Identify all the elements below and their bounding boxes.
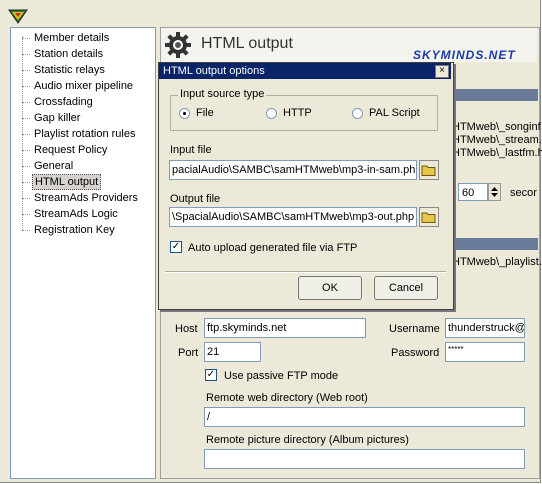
output-file-browse-button[interactable] <box>419 207 439 227</box>
template-path-1: HTMweb\_songinf <box>452 121 541 133</box>
tree-item-label: Crossfading <box>34 96 93 108</box>
interval-value[interactable]: 60 <box>458 183 488 201</box>
username-input[interactable]: thunderstruck@ <box>445 318 525 338</box>
ok-button[interactable]: OK <box>298 276 362 300</box>
auto-upload-label: Auto upload generated file via FTP <box>188 242 358 254</box>
passive-ftp-label: Use passive FTP mode <box>224 370 339 382</box>
port-label: Port <box>178 347 199 359</box>
stepper-buttons[interactable] <box>488 183 501 201</box>
source-type-legend: Input source type <box>178 88 267 100</box>
list-header-2 <box>452 238 538 250</box>
tree-item-label: General <box>34 160 74 172</box>
tree-item-label: Registration Key <box>34 224 115 236</box>
pictures-input[interactable] <box>204 449 525 469</box>
tree-item-label: Statistic relays <box>34 64 105 76</box>
input-file-label: Input file <box>170 144 212 156</box>
tree-connector <box>22 118 30 119</box>
tree-item-label: Request Policy <box>34 144 108 156</box>
webroot-label: Remote web directory (Web root) <box>206 392 368 404</box>
webroot-input[interactable]: / <box>204 407 525 427</box>
playlist-path: HTMweb\_playlist. <box>452 256 542 268</box>
tree-connector <box>22 86 30 87</box>
interval-unit: secor <box>510 187 537 199</box>
input-file-browse-button[interactable] <box>419 160 439 180</box>
cancel-button[interactable]: Cancel <box>374 276 438 300</box>
username-label: Username <box>389 323 440 335</box>
tree-connector <box>22 166 30 167</box>
template-path-2: HTMweb\_stream. <box>452 134 542 146</box>
source-file-label: File <box>196 107 214 119</box>
folder-icon <box>421 165 436 176</box>
tree-connector <box>22 150 30 151</box>
tree-item-label: StreamAds Providers <box>34 192 138 204</box>
input-file-field[interactable]: pacialAudio\SAMBC\samHTMweb\mp3-in-sam.p… <box>169 160 417 180</box>
interval-stepper[interactable]: 60 <box>458 183 501 203</box>
stepper-arrows-icon[interactable] <box>489 184 500 200</box>
tree-item-label: Member details <box>34 32 110 44</box>
source-pal-radio[interactable] <box>352 108 363 119</box>
tree-connector <box>22 134 30 135</box>
tree-item-label: Station details <box>34 48 104 60</box>
close-icon[interactable]: × <box>435 65 449 78</box>
source-http-radio[interactable] <box>266 108 277 119</box>
dialog-title: HTML output options <box>163 65 265 77</box>
source-file-radio[interactable] <box>179 108 190 119</box>
tree-connector <box>22 230 30 231</box>
settings-tree[interactable]: Member details Station details Statistic r… <box>10 27 156 479</box>
passive-ftp-checkbox[interactable]: ✓ <box>205 369 217 381</box>
tree-connector <box>22 38 30 39</box>
tree-item-label: Gap killer <box>34 112 81 124</box>
dialog-divider <box>165 271 446 273</box>
tree-item-label: Audio mixer pipeline <box>34 80 134 92</box>
app-logo-icon[interactable] <box>8 8 28 24</box>
tree-connector <box>22 70 30 71</box>
port-input[interactable]: 21 <box>204 342 261 362</box>
page-title: HTML output <box>201 35 293 52</box>
password-label: Password <box>391 347 440 359</box>
gear-icon <box>165 32 191 58</box>
folder-icon <box>421 212 436 223</box>
tree-connector <box>22 54 30 55</box>
tree-connector <box>22 102 30 103</box>
pictures-label: Remote picture directory (Album pictures… <box>206 434 409 446</box>
tree-connector <box>22 182 30 183</box>
template-path-3: HTMweb\_lastfm.h <box>452 147 542 159</box>
password-input[interactable]: ***** <box>445 342 525 362</box>
tree-connector <box>22 214 30 215</box>
host-label: Host <box>175 323 198 335</box>
output-file-field[interactable]: \SpacialAudio\SAMBC\samHTMweb\mp3-out.ph… <box>169 207 417 227</box>
source-pal-label: PAL Script <box>369 107 420 119</box>
auto-upload-checkbox[interactable]: ✓ <box>170 241 182 253</box>
tree-item-label: StreamAds Logic <box>34 208 118 220</box>
brand-watermark: SKYMINDS.NET <box>413 48 516 62</box>
source-http-label: HTTP <box>283 107 312 119</box>
tree-connector <box>22 36 23 230</box>
output-file-label: Output file <box>170 193 221 205</box>
tree-connector <box>22 198 30 199</box>
tree-item-label: HTML output <box>32 174 102 190</box>
tree-item-label: Playlist rotation rules <box>34 128 136 140</box>
list-header <box>452 89 538 101</box>
host-input[interactable]: ftp.skyminds.net <box>204 318 366 338</box>
